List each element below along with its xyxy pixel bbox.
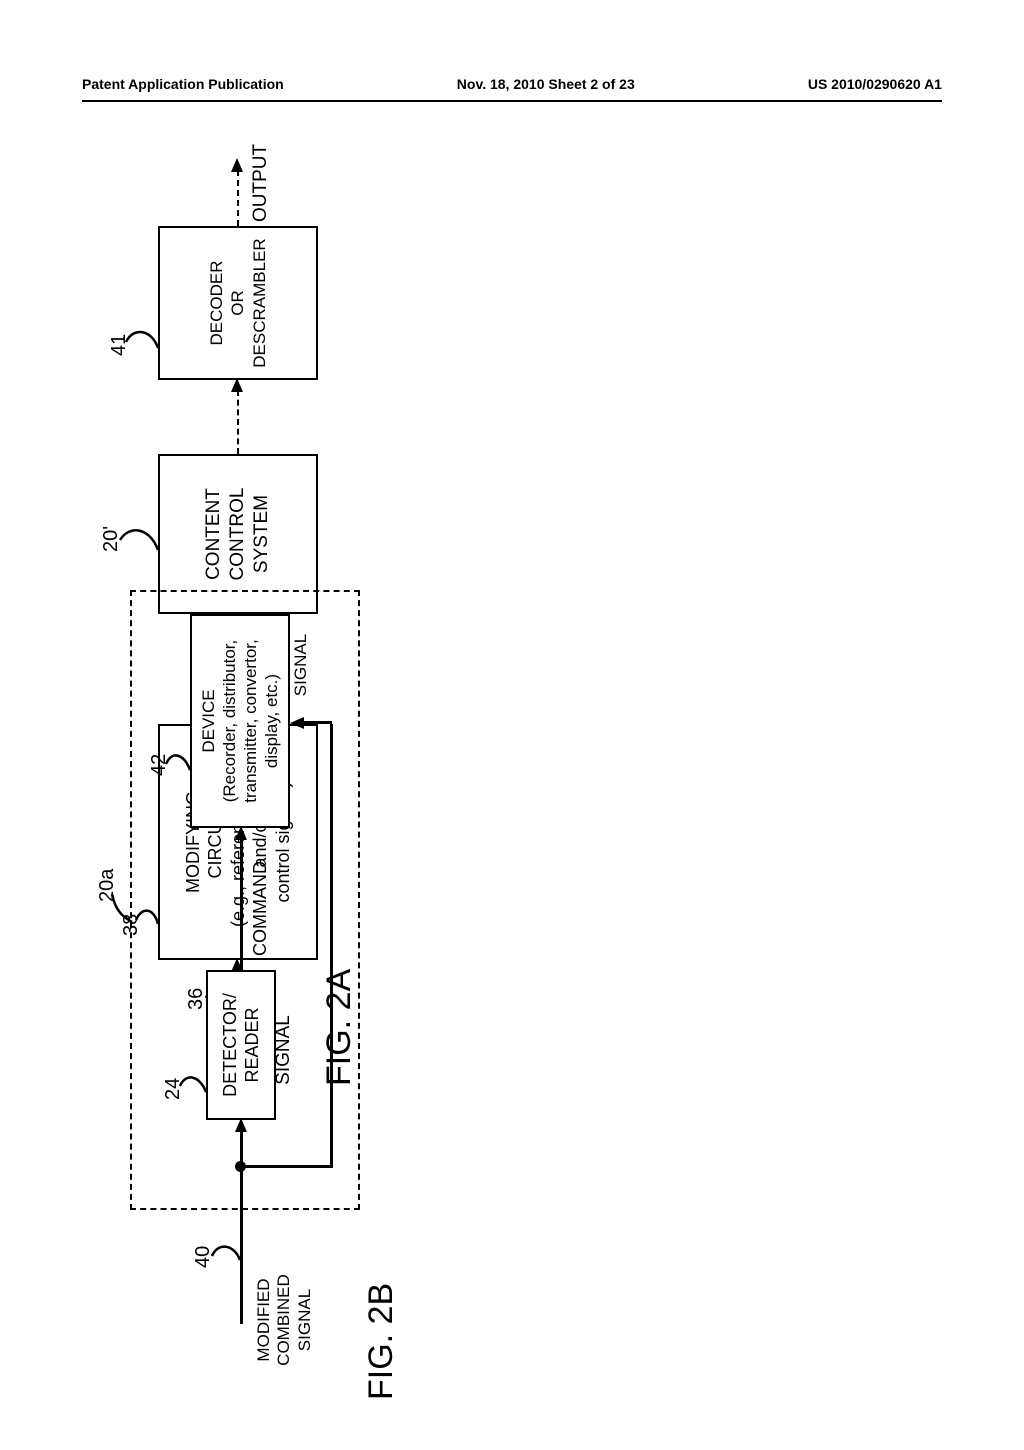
line-det-dev [240,838,243,970]
detector-text: DETECTOR/ READER [219,993,264,1097]
hook-41 [124,326,160,356]
output-label: OUTPUT [250,144,273,222]
dline-cc-dec [237,390,239,454]
fb-h [330,724,333,1168]
arrow-cc-dec [231,378,243,392]
line-mcs-det [240,1130,243,1324]
hook-24 [178,1072,208,1100]
decoder-box: DECODER OR DESCRAMBLER [158,226,318,380]
detector-box: DETECTOR/ READER [206,970,276,1120]
device-box: DEVICE (Recorder, distributor, transmitt… [190,614,290,828]
hook-42 [164,750,192,778]
arrow-fb-up [290,717,304,729]
hook-20a [110,884,136,924]
arrow-dec-out [231,158,243,172]
hook-40-2b [210,1242,242,1268]
fig2b-caption: FIG. 2B [362,1283,401,1400]
fb-v2 [302,722,332,725]
dline-dec-out [237,170,239,226]
header-left: Patent Application Publication [82,76,284,92]
decoder-text: DECODER OR DESCRAMBLER [206,238,270,367]
device-text: DEVICE (Recorder, distributor, transmitt… [198,639,283,802]
fb-v1 [240,1166,330,1169]
header-right: US 2010/0290620 A1 [808,76,942,92]
page-header: Patent Application Publication Nov. 18, … [0,76,1024,92]
command-label: COMMAND [250,861,272,956]
arrow-det-dev [235,826,247,840]
arrow-mcs-det [235,1118,247,1132]
header-rule [82,100,942,102]
modified-combined-label-2b: MODIFIED COMBINED SIGNAL [254,1260,315,1380]
fig2b-group: 20a MODIFIED COMBINED SIGNAL 40 DETECTOR… [90,540,410,1450]
header-center: Nov. 18, 2010 Sheet 2 of 23 [457,76,635,92]
